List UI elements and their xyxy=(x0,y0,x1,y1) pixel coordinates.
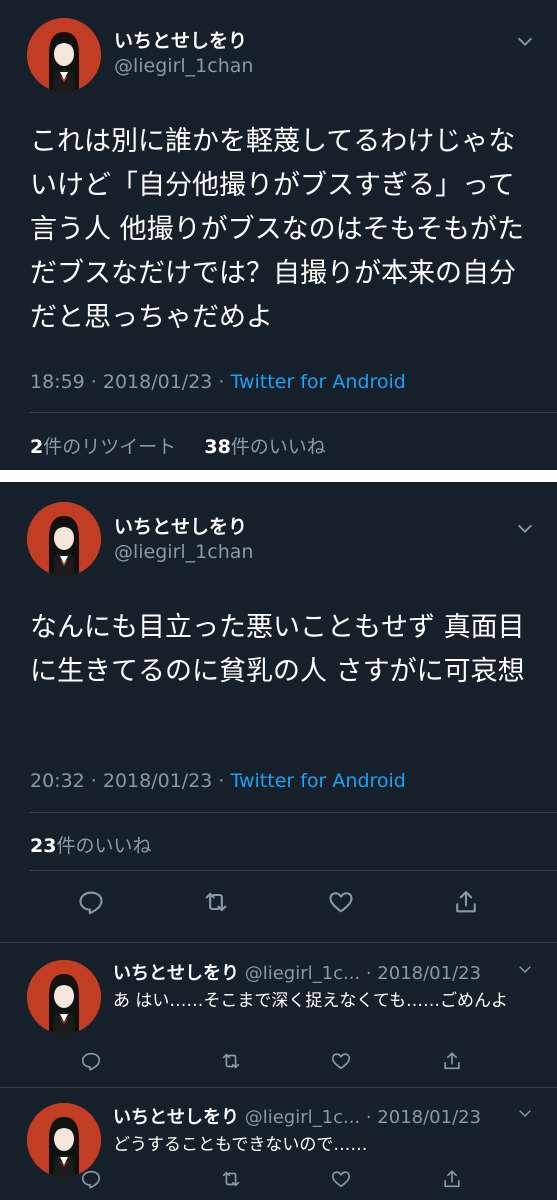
reply-text: あ はい……そこまで深く捉えなくても……ごめんよ xyxy=(113,991,509,1011)
retweet-icon[interactable] xyxy=(220,1050,242,1072)
reply-avatar[interactable] xyxy=(27,960,101,1034)
source-app-link[interactable]: Twitter for Android xyxy=(231,371,406,393)
chevron-down-icon[interactable] xyxy=(514,30,536,52)
handle[interactable]: @liegirl_1chan xyxy=(114,541,253,563)
divider xyxy=(0,942,557,943)
chevron-down-icon[interactable] xyxy=(516,960,534,978)
handle[interactable]: @liegirl_1chan xyxy=(114,55,253,77)
reply-header[interactable]: いちとせしをり @liegirl_1c... · 2018/01/23 xyxy=(113,959,481,985)
like-stat[interactable]: 23件のいいね xyxy=(30,835,151,857)
reply-icon[interactable] xyxy=(77,888,105,916)
avatar[interactable] xyxy=(27,18,101,92)
source-app-link[interactable]: Twitter for Android xyxy=(231,770,406,792)
retweet-icon[interactable] xyxy=(202,888,230,916)
retweet-stat[interactable]: 2件のリツイート xyxy=(30,436,176,458)
reply-avatar[interactable] xyxy=(27,1103,101,1177)
chevron-down-icon[interactable] xyxy=(516,1104,534,1122)
tweet-card-1: いちとせしをり @liegirl_1chan これは別に誰かを軽蔑してるわけじゃ… xyxy=(0,0,557,470)
avatar[interactable] xyxy=(27,502,101,576)
retweet-icon[interactable] xyxy=(220,1168,242,1190)
divider xyxy=(30,812,557,813)
display-name[interactable]: いちとせしをり xyxy=(114,26,247,53)
reply-text: どうすることもできないので…… xyxy=(113,1135,368,1155)
reply-header[interactable]: いちとせしをり @liegirl_1c... · 2018/01/23 xyxy=(113,1103,481,1129)
reply-icon[interactable] xyxy=(80,1168,102,1190)
separator xyxy=(0,470,557,482)
tweet-card-2: いちとせしをり @liegirl_1chan なんにも目立った悪いこともせず 真… xyxy=(0,482,557,1200)
like-icon[interactable] xyxy=(330,1168,352,1190)
divider xyxy=(30,412,557,413)
tweet-stats: 23件のいいね xyxy=(30,831,151,858)
timestamp: 20:32 · 2018/01/23 · xyxy=(30,770,231,792)
reply-icon[interactable] xyxy=(80,1050,102,1072)
tweet-text: なんにも目立った悪いこともせず 真面目に生きてるのに貧乳の人 さすがに可哀想 xyxy=(30,612,525,687)
chevron-down-icon[interactable] xyxy=(514,517,536,539)
tweet-text: これは別に誰かを軽蔑してるわけじゃないけど「自分他撮りがブスすぎる」って言う人 … xyxy=(30,126,525,333)
share-icon[interactable] xyxy=(441,1050,463,1072)
like-stat[interactable]: 38件のいいね xyxy=(204,436,325,458)
tweet-meta: 20:32 · 2018/01/23 · Twitter for Android xyxy=(30,770,406,792)
divider xyxy=(30,870,557,871)
share-icon[interactable] xyxy=(441,1168,463,1190)
display-name[interactable]: いちとせしをり xyxy=(114,512,247,539)
like-icon[interactable] xyxy=(330,1050,352,1072)
divider xyxy=(0,1087,557,1088)
timestamp: 18:59 · 2018/01/23 · xyxy=(30,371,231,393)
share-icon[interactable] xyxy=(452,888,480,916)
tweet-stats: 2件のリツイート 38件のいいね xyxy=(30,432,326,459)
like-icon[interactable] xyxy=(327,888,355,916)
tweet-meta: 18:59 · 2018/01/23 · Twitter for Android xyxy=(30,371,406,393)
